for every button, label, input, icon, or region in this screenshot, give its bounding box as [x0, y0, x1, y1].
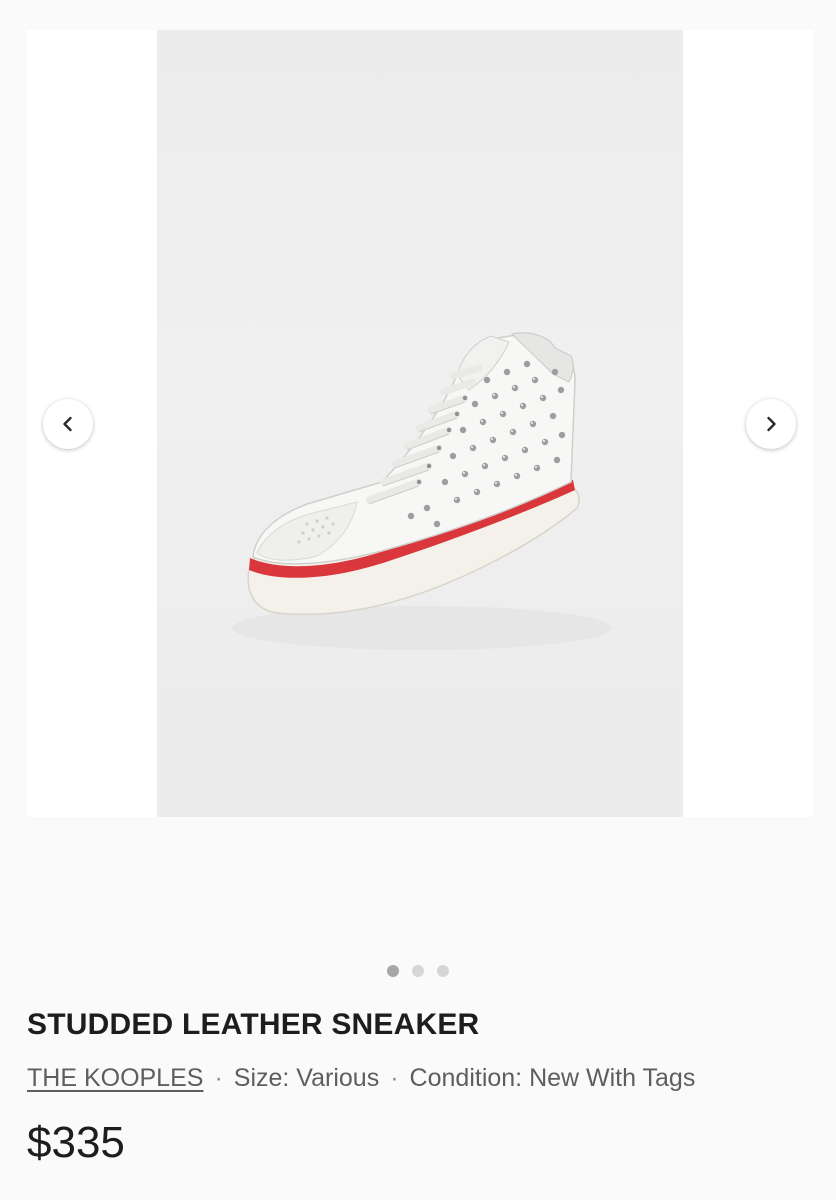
product-condition: Condition: New With Tags — [409, 1064, 696, 1092]
previous-image-button[interactable] — [43, 399, 93, 449]
product-price: $335 — [27, 1118, 125, 1167]
meta-separator: · — [390, 1064, 399, 1092]
chevron-right-icon — [767, 416, 776, 432]
meta-separator: · — [214, 1064, 223, 1092]
chevron-left-icon — [63, 416, 72, 432]
product-title: STUDDED LEATHER SNEAKER — [27, 1008, 480, 1041]
product-photo[interactable] — [157, 30, 683, 817]
product-size: Size: Various — [233, 1064, 380, 1092]
brand-link[interactable]: THE KOOPLES — [27, 1064, 203, 1093]
product-page: STUDDED LEATHER SNEAKER THE KOOPLES · Si… — [0, 0, 836, 1200]
product-meta: THE KOOPLES · Size: Various · Condition:… — [27, 1064, 695, 1093]
carousel-dot-3[interactable] — [437, 965, 449, 977]
carousel-dots — [0, 965, 836, 977]
product-image-gallery[interactable] — [27, 30, 813, 817]
sneaker-image — [232, 332, 612, 650]
carousel-dot-2[interactable] — [412, 965, 424, 977]
carousel-dot-1[interactable] — [387, 965, 399, 977]
next-image-button[interactable] — [746, 399, 796, 449]
